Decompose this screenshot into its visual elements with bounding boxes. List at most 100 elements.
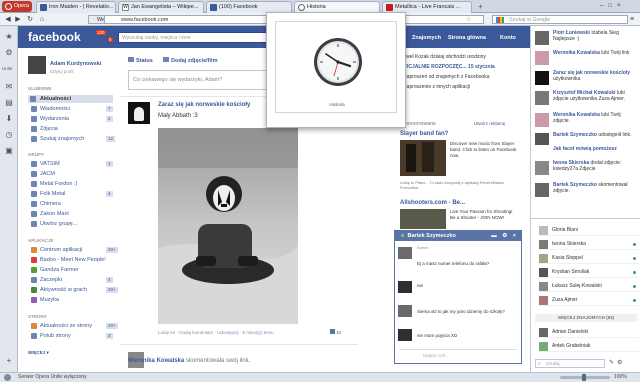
message-count: 5 bbox=[108, 37, 113, 42]
nav-app-pokes[interactable]: Zaczepki 4 bbox=[31, 276, 113, 284]
chat-friend[interactable]: Gloria Blani bbox=[539, 224, 639, 236]
tab-iron-maiden[interactable]: Iron Maiden - | Revelatio... bbox=[36, 1, 116, 13]
downloads-icon[interactable]: ⬇ bbox=[4, 114, 14, 123]
post-author[interactable]: Zaraz się jak norweskie kościoły bbox=[158, 102, 250, 108]
chat-friend[interactable]: Antek Grabelniak bbox=[539, 340, 639, 352]
messages-badge[interactable]: 5 bbox=[108, 37, 113, 43]
chat-window-controls[interactable]: ▬ ⚙ × bbox=[491, 231, 518, 241]
zoom-slider-handle[interactable] bbox=[582, 374, 586, 381]
nav-group-metal-fordon[interactable]: Metal Fordon :) bbox=[31, 180, 77, 188]
nav-app-gandza[interactable]: Gandza Farmer bbox=[31, 266, 79, 274]
ticker-item[interactable]: Zaraz się jak norweskie kościoły użytkow… bbox=[535, 70, 637, 90]
forward-button[interactable]: ▶ bbox=[14, 15, 22, 24]
add-panel-icon[interactable]: + bbox=[4, 356, 14, 365]
reminder-birthday[interactable]: Paweł Kozak dzisiaj obchodzi urodziny bbox=[400, 54, 518, 64]
nav-group-chimera[interactable]: Chimera bbox=[31, 200, 61, 208]
chat-friend[interactable]: Adrian Danielski bbox=[539, 326, 639, 338]
chat-window[interactable]: Bartek Szymeczko ▬ ⚙ × Bartek Ej a masz … bbox=[394, 230, 522, 364]
composer-tab-photo[interactable]: Dodaj zdjęcie/film bbox=[163, 57, 217, 64]
post-avatar[interactable] bbox=[128, 102, 150, 124]
reminder-event[interactable]: OFICJALNIE ROZPOCZĘC... 15 stycznia bbox=[400, 64, 518, 74]
nav-find-friends[interactable]: Szukaj znajomych 12 bbox=[31, 135, 116, 143]
nav-like-pages[interactable]: Polub strony 3 bbox=[31, 332, 113, 340]
settings-icon[interactable]: ⚙ bbox=[4, 48, 14, 57]
reminder-app-invites[interactable]: 1 zaproszenie z innych aplikacji bbox=[400, 84, 518, 94]
nav-pages-feed[interactable]: Aktualności ze strony 20+ bbox=[31, 322, 118, 330]
window-controls[interactable]: –□× bbox=[600, 1, 638, 11]
nav-events[interactable]: Wydarzenia 2 bbox=[31, 115, 113, 123]
ticker-item[interactable]: Krzysztof Michał Kowalski lubi zdjęcie u… bbox=[535, 90, 637, 112]
nav-photos[interactable]: Zdjęcia bbox=[31, 125, 58, 133]
nav-group-vatsim[interactable]: VATSIM 1 bbox=[31, 160, 113, 168]
chat-sender: Bartek bbox=[417, 245, 429, 250]
history-icon[interactable]: ◷ bbox=[4, 130, 14, 139]
ad-image-allshooters[interactable] bbox=[400, 209, 446, 229]
ticker-item[interactable]: Jak facet mówią pomożesz bbox=[535, 146, 637, 160]
menu-icon[interactable]: ≡ bbox=[630, 15, 638, 24]
ticker-item[interactable]: Bartek Szymeczko skomentował zdjęcie. bbox=[535, 182, 637, 202]
ad-image-slayer[interactable] bbox=[400, 140, 446, 176]
next-post-author[interactable]: Weronika Kowalska bbox=[128, 358, 184, 364]
nav-more[interactable]: WIĘCEJ ▾ bbox=[28, 350, 49, 356]
ticker-item[interactable]: Weronika Kowalska lubi Twój zdjęcie. bbox=[535, 112, 637, 132]
post-like-count[interactable]: 10 bbox=[330, 329, 341, 335]
nav-group-jacm[interactable]: JACM bbox=[31, 170, 55, 178]
history-tab-preview[interactable]: Historia bbox=[266, 12, 406, 128]
notifications-badge[interactable]: 100 bbox=[96, 30, 106, 36]
ticker-item[interactable]: Iwona Skierska dodał zdjęcie: ksiedzy27a… bbox=[535, 160, 637, 182]
unite-label[interactable]: Unite bbox=[2, 66, 13, 71]
composer-tab-status[interactable]: Status bbox=[128, 57, 153, 64]
reminder-invites[interactable]: 2 zaproszeń od znajomych z Facebooka bbox=[400, 74, 518, 84]
search-field[interactable]: Szukaj w Google bbox=[492, 15, 628, 24]
post-photo[interactable] bbox=[158, 128, 298, 324]
ticker-avatar bbox=[535, 71, 549, 85]
create-ad-link[interactable]: Utwórz reklamę bbox=[474, 121, 505, 126]
ad-title-slayer[interactable]: Slayer band fan? bbox=[400, 131, 448, 137]
nav-app-badoo[interactable]: Badoo - Meet New People! bbox=[31, 256, 106, 264]
chat-window-header[interactable]: Bartek Szymeczko ▬ ⚙ × bbox=[395, 231, 521, 241]
header-link-home[interactable]: Strona główna bbox=[448, 35, 486, 41]
mail-icon[interactable]: ✉ bbox=[4, 82, 14, 91]
friend-avatar bbox=[539, 226, 548, 235]
profile-avatar[interactable] bbox=[28, 56, 46, 74]
header-link-account[interactable]: Konto bbox=[500, 35, 516, 41]
new-tab-button[interactable]: + bbox=[476, 2, 485, 11]
ticker-item[interactable]: Bartek Szymeczko udostępnił link. bbox=[535, 132, 637, 146]
back-button[interactable]: ◀ bbox=[4, 15, 12, 24]
chat-search-input[interactable]: ⌕ Szukaj bbox=[535, 359, 605, 368]
home-button[interactable]: ⌂ bbox=[38, 15, 46, 24]
nav-group-zakon-mani[interactable]: Zakon Mani bbox=[31, 210, 69, 218]
opera-menu-button[interactable]: Opera bbox=[2, 1, 32, 12]
nav-app-center[interactable]: Centrum aplikacji 20+ bbox=[31, 246, 118, 254]
nav-create-group[interactable]: Utwórz grupę... bbox=[31, 220, 77, 228]
chat-friend[interactable]: Łukasz Sulej-Kowalski bbox=[539, 280, 639, 292]
nav-news-feed[interactable]: Aktualności bbox=[28, 95, 113, 103]
nav-messages[interactable]: Wiadomości 7 bbox=[31, 105, 113, 113]
edit-profile-link[interactable]: Edytuj profil bbox=[50, 69, 74, 74]
notes-icon[interactable]: ▤ bbox=[4, 98, 14, 107]
panels-icon[interactable]: ▣ bbox=[4, 146, 14, 155]
ad-title-allshooters[interactable]: Allshooters.com - Be... bbox=[400, 200, 465, 206]
chat-friend[interactable]: Kasia Stoppel bbox=[539, 252, 639, 264]
profile-name[interactable]: Adam Kurdynowski bbox=[50, 61, 101, 67]
chat-friend[interactable]: Iwona Skierska bbox=[539, 238, 639, 250]
unite-status-icon[interactable] bbox=[4, 374, 11, 381]
nav-group-folk-metal[interactable]: Folk Metal 4 bbox=[31, 190, 113, 198]
messages-icon bbox=[31, 106, 37, 112]
ticker-item[interactable]: Piotr Łuniewski Izabela Sieg Najlepsze :… bbox=[535, 30, 637, 50]
chat-input[interactable]: Napisz coś... bbox=[399, 349, 517, 361]
nav-app-games[interactable]: Aktywność w grach 20+ bbox=[31, 286, 118, 294]
reload-button[interactable]: ↻ bbox=[26, 15, 34, 24]
chat-friend[interactable]: Zuza Ajmer bbox=[539, 294, 639, 306]
post-actions[interactable]: Lubię to! · Dodaj komentarz · Udostępnij… bbox=[158, 330, 318, 335]
header-link-friends[interactable]: Znajomych bbox=[412, 35, 441, 41]
nav-app-music[interactable]: Muzyka bbox=[31, 296, 59, 304]
friend-name: Kasia Stoppel bbox=[552, 255, 583, 261]
tab-wikipedia[interactable]: W Jan Ewangelista – Wikipe... bbox=[118, 1, 204, 13]
ticker-item[interactable]: Weronika Kowalska lubi Twój link bbox=[535, 50, 637, 70]
bookmarks-icon[interactable]: ★ bbox=[4, 32, 14, 41]
facebook-logo[interactable]: facebook bbox=[28, 30, 81, 44]
chat-friend[interactable]: Krystian Smoliak bbox=[539, 266, 639, 278]
bookmark-star-icon[interactable]: ☆ bbox=[466, 16, 474, 23]
chat-options[interactable]: ✎⚙ bbox=[609, 359, 637, 368]
